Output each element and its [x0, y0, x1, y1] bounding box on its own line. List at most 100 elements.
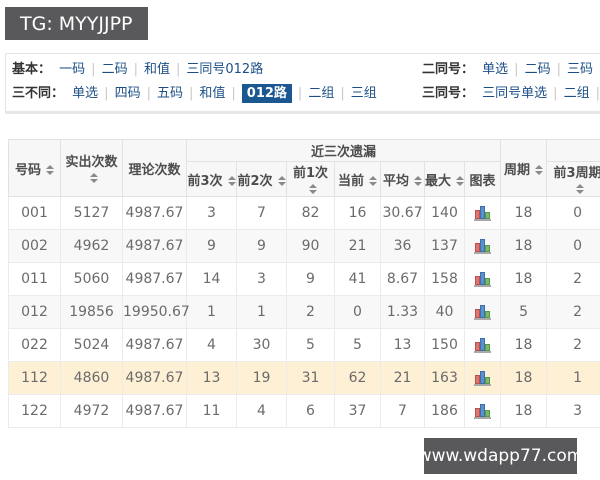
separator: |	[104, 86, 109, 101]
nav-group-santonghao: 三同号： 三同号单选|二组|三组	[422, 82, 600, 106]
sort-icon	[576, 183, 585, 194]
separator: |	[91, 62, 96, 77]
cell-prev1: 90	[286, 229, 335, 263]
col-header-prev2[interactable]: 前2次	[236, 161, 287, 197]
bar-chart-icon[interactable]	[473, 337, 492, 353]
nav-link-basic-hezhi[interactable]: 和值	[144, 62, 170, 77]
cell-max: 158	[424, 262, 465, 296]
nav-label-santonghao: 三同号：	[422, 86, 475, 101]
cell-code: 002	[8, 229, 61, 263]
sort-icon	[277, 176, 286, 186]
cell-chart	[463, 196, 502, 230]
cell-prev3: 4	[186, 328, 237, 362]
cell-prev2: 9	[236, 229, 287, 263]
table-row-122: 122 4972 4987.67 11 4 6 37 7 186 18 3	[8, 394, 600, 428]
cell-prev2: 1	[236, 295, 287, 329]
cell-prev1: 82	[286, 196, 335, 230]
nav-link-sanbutong-hezhi[interactable]: 和值	[199, 86, 225, 101]
nav-link-santonghao-danxuan[interactable]: 三同号单选	[482, 86, 547, 101]
nav-link-ertonghao-danxuan[interactable]: 单选	[482, 62, 508, 77]
cell-prev3: 9	[186, 229, 237, 263]
cell-prev3-cycle: 2	[546, 328, 600, 362]
bar-chart-icon[interactable]	[473, 403, 492, 419]
cell-prev2: 30	[236, 328, 287, 362]
nav-link-basic-santonghao012[interactable]: 三同号012路	[186, 62, 263, 77]
separator: |	[188, 86, 194, 101]
cell-cycle: 18	[500, 394, 548, 428]
bar-chart-icon[interactable]	[473, 271, 492, 287]
nav-link-basic-yima[interactable]: 一码	[59, 62, 85, 77]
cell-actual: 5024	[60, 328, 123, 362]
nav-link-sanbutong-danxuan[interactable]: 单选	[72, 86, 98, 101]
bar-chart-icon[interactable]	[473, 370, 492, 386]
group-header-recent-miss: 近三次遗漏	[185, 139, 502, 162]
col-header-actual-count[interactable]: 实出次数	[60, 139, 123, 197]
cell-cycle: 5	[500, 295, 548, 329]
tg-watermark-badge: TG: MYYJJPP	[5, 7, 148, 40]
nav-link-sanbutong-sanzu[interactable]: 三组	[351, 86, 377, 101]
separator: |	[133, 62, 138, 77]
cell-prev3: 14	[186, 262, 237, 296]
cell-code: 122	[8, 394, 61, 428]
cell-average: 8.67	[380, 262, 425, 296]
separator: |	[340, 86, 345, 101]
cell-theory: 4987.67	[122, 328, 187, 362]
bar-chart-icon[interactable]	[473, 238, 492, 254]
cell-code: 001	[8, 196, 61, 230]
nav-row-2: 三不同： 单选 | 四码 | 五码 | 和值 | 012路 | 二组 | 三组 三同号： 三同号单选 | 二…	[6, 82, 600, 106]
cell-code: 012	[8, 295, 61, 329]
col-header-chart: 图表	[463, 161, 502, 197]
cell-prev2: 19	[236, 361, 287, 395]
cell-theory: 4987.67	[122, 196, 187, 230]
cell-max: 163	[424, 361, 465, 395]
col-header-code[interactable]: 号码	[8, 139, 61, 197]
website-watermark-text: www.wdapp77.com	[417, 446, 584, 466]
cell-current: 16	[334, 196, 381, 230]
cell-prev3: 3	[186, 196, 237, 230]
col-header-current[interactable]: 当前	[334, 161, 381, 197]
nav-link-sanbutong-012lu-active[interactable]: 012路	[241, 84, 292, 103]
cell-prev3-cycle: 0	[546, 229, 600, 263]
nav-link-sanbutong-erzu[interactable]: 二组	[308, 86, 334, 101]
col-header-max[interactable]: 最大	[424, 161, 465, 197]
cell-actual: 4972	[60, 394, 123, 428]
cell-actual: 5060	[60, 262, 123, 296]
col-header-prev3[interactable]: 前3次	[186, 161, 237, 197]
nav-label-ertonghao: 二同号：	[422, 62, 475, 77]
col-header-cycle[interactable]: 周期	[500, 139, 548, 197]
cell-prev1: 31	[286, 361, 335, 395]
bar-chart-icon[interactable]	[473, 304, 492, 320]
separator: |	[175, 62, 181, 77]
col-header-average[interactable]: 平均	[380, 161, 425, 197]
nav-link-basic-erma[interactable]: 二码	[102, 62, 128, 77]
table-row-001: 001 5127 4987.67 3 7 82 16 30.67 140 18 …	[8, 196, 600, 230]
col-header-prev1[interactable]: 前1次	[286, 161, 335, 197]
sort-icon	[456, 176, 465, 186]
nav-link-ertonghao-sanma[interactable]: 三码	[567, 62, 593, 77]
cell-chart	[463, 394, 502, 428]
sort-icon	[369, 176, 377, 186]
cell-average: 7	[380, 394, 425, 428]
col-header-prev3-cycle[interactable]: 前3周期	[546, 161, 600, 197]
cell-cycle: 18	[500, 229, 548, 263]
cell-max: 40	[424, 295, 465, 329]
cell-actual: 4860	[60, 361, 123, 395]
sort-icon	[227, 176, 236, 186]
cell-code: 112	[8, 361, 61, 395]
cell-prev1: 9	[286, 262, 335, 296]
nav-link-sanbutong-sima[interactable]: 四码	[115, 86, 141, 101]
tg-watermark-text: TG: MYYJJPP	[20, 12, 133, 35]
bar-chart-icon[interactable]	[473, 205, 492, 221]
nav-link-sanbutong-wuma[interactable]: 五码	[157, 86, 183, 101]
nav-link-santonghao-erzu[interactable]: 二组	[564, 86, 590, 101]
cell-theory: 4987.67	[122, 361, 187, 395]
separator: |	[514, 62, 519, 77]
nav-group-basic: 基本： 一码 | 二码 | 和值 | 三同号012路	[12, 58, 263, 82]
separator: |	[231, 86, 236, 101]
sort-icon	[46, 165, 54, 175]
table-row-012: 012 19856 19950.67 1 1 2 0 1.33 40 5 2	[8, 295, 600, 329]
nav-link-ertonghao-erma[interactable]: 二码	[525, 62, 551, 77]
cell-average: 13	[380, 328, 425, 362]
table-row-112-highlighted: 112 4860 4987.67 13 19 31 62 21 163 18 1	[8, 361, 600, 395]
separator: |	[146, 86, 151, 101]
